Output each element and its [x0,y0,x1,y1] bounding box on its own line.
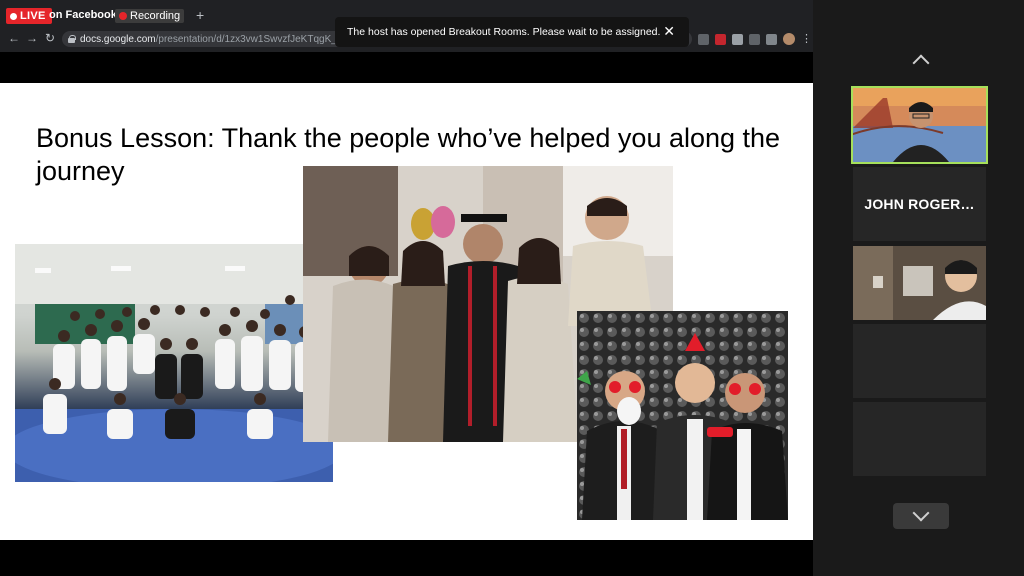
extension-icon[interactable] [715,33,726,45]
chevron-down-icon [912,504,930,521]
participant-tile[interactable] [853,246,986,320]
extension-toolbar: ⋮ [698,33,812,45]
participant-tile[interactable] [853,324,986,398]
scroll-up-button[interactable] [893,46,949,72]
recording-dot-icon [119,12,127,20]
profile-avatar[interactable] [783,33,795,45]
live-dot-icon [10,12,17,20]
participant-tile-active-speaker[interactable] [851,86,988,164]
live-badge[interactable]: LIVE [6,8,52,24]
shared-screen: LIVE on Facebook Recording + ← → ↻ docs.… [0,0,813,576]
participant-tile[interactable]: JOHN ROGER… [853,167,986,241]
back-arrow-icon[interactable]: ← [8,31,20,45]
participant-video [853,246,986,320]
recording-label: Recording [130,10,181,22]
class-group-photo [15,244,333,482]
participant-name: JOHN ROGER… [864,196,975,212]
recording-indicator[interactable]: Recording [115,9,185,23]
chevron-up-icon [912,54,930,71]
zoom-window: LIVE on Facebook Recording + ← → ↻ docs.… [0,0,1024,576]
presentation-slide: Bonus Lesson: Thank the people who’ve he… [0,83,813,540]
party-photo [577,311,788,520]
close-icon[interactable]: ✕ [663,24,675,38]
participant-tile[interactable] [853,402,986,476]
live-label: LIVE [20,10,46,22]
new-tab-button[interactable]: + [196,8,204,22]
scroll-down-button[interactable] [893,503,949,529]
breakout-rooms-notification: The host has opened Breakout Rooms. Plea… [335,17,689,47]
forward-arrow-icon[interactable]: → [26,31,38,45]
media-icon[interactable] [749,33,760,45]
tab-title[interactable]: on Facebook [49,9,117,21]
kebab-menu-icon[interactable]: ⋮ [801,33,812,45]
puzzle-icon[interactable] [732,33,743,45]
reload-icon[interactable]: ↻ [45,31,55,45]
notification-message: The host has opened Breakout Rooms. Plea… [347,26,661,38]
class-group-illustration [15,244,333,482]
extension-icon[interactable] [766,33,777,45]
party-illustration [577,311,788,520]
lock-icon [68,35,76,43]
extension-icon[interactable] [698,33,709,45]
participant-video [853,88,986,162]
url-host: docs.google.com [80,33,156,45]
